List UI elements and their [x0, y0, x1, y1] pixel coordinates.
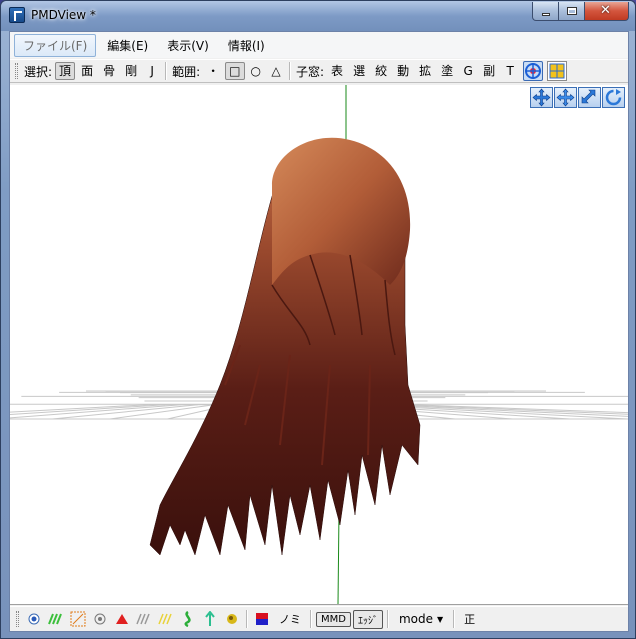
child-move-button[interactable]: 動	[393, 62, 413, 80]
status-separator	[386, 610, 389, 628]
app-icon[interactable]	[9, 7, 25, 23]
toolbar-grip[interactable]	[15, 63, 18, 79]
red-triangle-icon[interactable]	[113, 610, 131, 628]
toolbar: 選択: 頂 面 骨 剛 J 範囲: ・ □ ○ △ 子窓: 表 選 絞 動 拡 …	[10, 59, 628, 83]
viewport-canvas	[10, 85, 628, 604]
mmd-toggle[interactable]: MMD	[316, 611, 351, 627]
3d-viewport[interactable]	[10, 85, 628, 605]
target-icon-graphic	[525, 63, 542, 79]
gray-stripes-icon[interactable]	[135, 610, 153, 628]
grid-icon[interactable]	[547, 61, 568, 81]
grid-icon-graphic	[549, 63, 565, 79]
range-circle-button[interactable]: ○	[247, 62, 265, 80]
toolbar-separator	[289, 62, 291, 80]
menu-file[interactable]: ファイル(F)	[14, 33, 97, 57]
app-window: PMDView * ✕ ファイル(F) 編集(E) 表示(V) 情報(I) 選択…	[0, 0, 636, 639]
child-paint-button[interactable]: 塗	[437, 62, 457, 80]
grid-line	[10, 404, 182, 419]
select-label: 選択:	[24, 64, 53, 79]
rotate-graphic	[605, 89, 622, 106]
green-cycle-icon[interactable]	[179, 610, 197, 628]
status-separator	[246, 610, 248, 628]
color-swatch-icon[interactable]	[253, 610, 271, 628]
select-vertex-button[interactable]: 頂	[55, 62, 76, 80]
orange-hatch-icon[interactable]	[69, 610, 87, 628]
yellow-stripes-icon[interactable]	[157, 610, 175, 628]
select-rigid-button[interactable]: 剛	[121, 62, 141, 80]
range-point-button[interactable]: ・	[203, 62, 223, 80]
statusbar-grip[interactable]	[16, 611, 19, 627]
close-icon: ✕	[600, 3, 611, 18]
yellow-blob-icon[interactable]	[223, 610, 241, 628]
mode-dropdown[interactable]: mode ▼	[395, 612, 447, 626]
child-sub-button[interactable]: 副	[479, 62, 499, 80]
range-triangle-button[interactable]: △	[267, 62, 285, 80]
maximize-button[interactable]	[559, 2, 585, 21]
child-window-label: 子窓:	[296, 64, 325, 79]
minimize-icon	[542, 13, 550, 16]
hair-model	[149, 137, 421, 556]
child-g-button[interactable]: G	[459, 62, 477, 80]
range-label: 範囲:	[172, 64, 201, 79]
client-area: ファイル(F) 編集(E) 表示(V) 情報(I) 選択: 頂 面 骨 剛 J …	[9, 31, 629, 632]
menu-view[interactable]: 表示(V)	[159, 35, 217, 56]
gray-stripes-graphic	[136, 613, 150, 625]
yellow-stripes-graphic	[158, 613, 172, 625]
select-joint-button[interactable]: J	[143, 62, 161, 80]
status-bar: ノミ MMD ｴｯｼﾞ mode ▼ 正	[10, 606, 628, 631]
zoom-arrow-icon[interactable]	[578, 87, 601, 108]
orange-hatch-graphic	[70, 611, 86, 627]
red-triangle-graphic	[116, 614, 128, 624]
green-stripes-graphic	[48, 613, 62, 625]
range-rect-button[interactable]: □	[225, 62, 245, 80]
radio-dot-graphic	[28, 613, 40, 625]
rotate-icon[interactable]	[602, 87, 625, 108]
child-scale-button[interactable]: 拡	[415, 62, 435, 80]
select-bone-button[interactable]: 骨	[99, 62, 119, 80]
move-arrows-graphic	[532, 88, 551, 107]
caption-buttons: ✕	[532, 2, 629, 21]
green-cycle-graphic	[184, 611, 191, 627]
menu-bar: ファイル(F) 編集(E) 表示(V) 情報(I)	[10, 32, 628, 58]
front-view-button[interactable]: 正	[459, 609, 480, 629]
maximize-icon	[567, 7, 577, 15]
status-separator	[310, 610, 312, 628]
move-arrows-icon[interactable]	[530, 87, 553, 108]
zoom-arrow-graphic	[581, 89, 596, 104]
window-title: PMDView *	[31, 8, 96, 22]
chevron-down-icon: ▼	[437, 614, 444, 624]
title-bar[interactable]: PMDView * ✕	[1, 1, 635, 31]
no-only-button[interactable]: ノミ	[274, 609, 306, 629]
view-controls	[530, 87, 625, 108]
target-icon[interactable]	[523, 61, 544, 81]
teal-arrow-icon[interactable]	[201, 610, 219, 628]
yellow-blob-graphic	[227, 614, 237, 624]
menu-edit[interactable]: 編集(E)	[99, 35, 156, 56]
select-face-button[interactable]: 面	[77, 62, 97, 80]
toolbar-separator	[165, 62, 168, 80]
child-table-button[interactable]: 表	[327, 62, 347, 80]
gray-dot-graphic	[94, 613, 106, 625]
pan-arrows-graphic	[556, 88, 575, 107]
child-select-button[interactable]: 選	[349, 62, 369, 80]
child-filter-button[interactable]: 絞	[371, 62, 391, 80]
status-separator	[453, 610, 456, 628]
pan-arrows-icon[interactable]	[554, 87, 577, 108]
gray-dot-icon[interactable]	[91, 610, 109, 628]
mode-dropdown-label: mode	[398, 612, 433, 626]
close-button[interactable]: ✕	[585, 2, 629, 21]
menu-info[interactable]: 情報(I)	[220, 35, 273, 56]
color-swatch-graphic	[256, 613, 268, 625]
minimize-button[interactable]	[532, 2, 559, 21]
teal-arrow-graphic	[205, 611, 215, 626]
child-t-button[interactable]: T	[501, 62, 519, 80]
green-stripes-icon[interactable]	[47, 610, 65, 628]
radio-dot-icon[interactable]	[25, 610, 43, 628]
edge-toggle[interactable]: ｴｯｼﾞ	[352, 609, 383, 629]
